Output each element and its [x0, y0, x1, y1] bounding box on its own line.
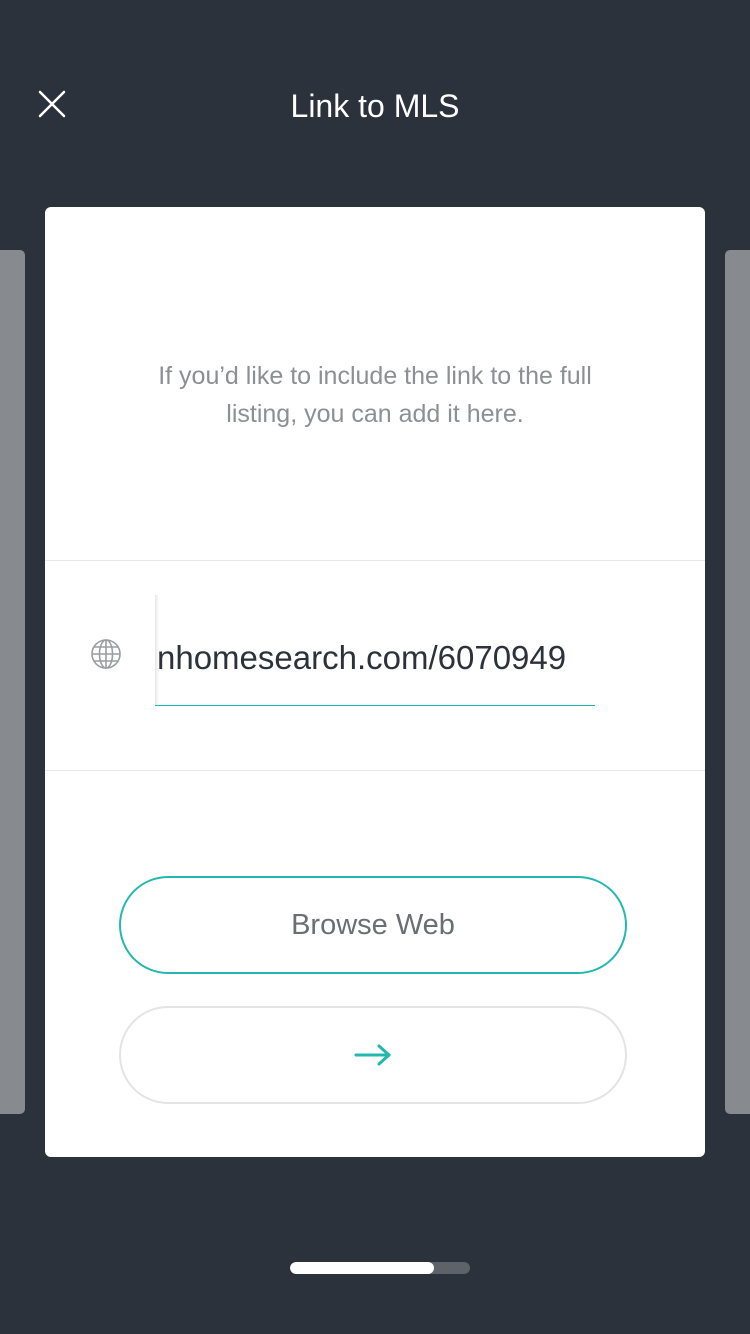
progress-fill [290, 1262, 434, 1274]
arrow-right-icon [354, 1044, 391, 1066]
description-text: If you’d like to include the link to the… [158, 362, 592, 428]
mls-url-input[interactable]: nhomesearch.com/6070949 [155, 595, 595, 706]
previous-card-peek[interactable] [0, 250, 25, 1114]
globe-icon [90, 638, 122, 670]
next-card-peek[interactable] [725, 250, 750, 1114]
page-title: Link to MLS [290, 88, 460, 124]
progress-indicator [290, 1262, 470, 1274]
next-button[interactable] [119, 1006, 627, 1104]
divider [45, 770, 705, 771]
link-to-mls-screen: Link to MLS If you’d like to include the… [0, 0, 750, 1334]
url-input-value: nhomesearch.com/6070949 [157, 639, 567, 676]
browse-web-button[interactable]: Browse Web [119, 876, 627, 974]
browse-web-label: Browse Web [291, 908, 455, 941]
divider [45, 560, 705, 561]
mls-link-card: If you’d like to include the link to the… [45, 207, 705, 1157]
